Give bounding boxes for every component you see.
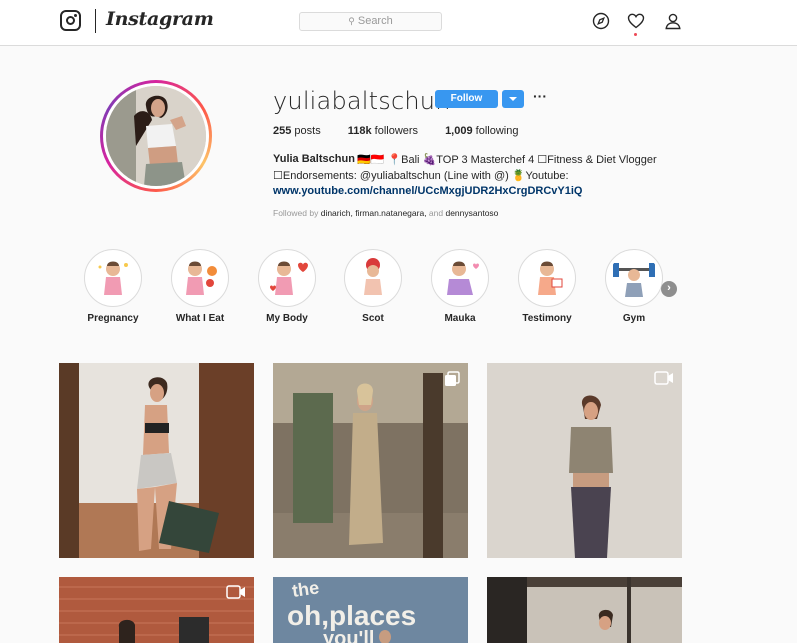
search-input[interactable]: ⚲ Search [299,12,442,31]
instagram-wordmark[interactable]: Instagram [106,8,214,30]
followed-by-text: Followed by dinarich, firman.natanegara,… [273,208,499,218]
highlight-cover [348,253,398,303]
post-thumbnail[interactable] [59,577,254,643]
highlight-pregnancy[interactable]: Pregnancy [83,249,143,324]
post-thumbnail[interactable] [487,577,682,643]
search-icon: ⚲ [348,16,355,26]
search-placeholder: Search [357,15,393,27]
highlight-testimony[interactable]: Testimony [517,249,577,324]
highlight-cover [522,253,572,303]
video-icon [226,585,245,599]
profile-username: yuliabaltschun [273,87,451,115]
highlight-cover [175,253,225,303]
suggestions-dropdown-button[interactable] [502,90,524,108]
header-divider [95,9,96,33]
highlight-my-body[interactable]: My Body [257,249,317,324]
svg-text:you'll: you'll [323,628,374,643]
follow-button[interactable]: Follow [435,90,498,108]
post-image [487,363,682,558]
profile-stats: 255 posts 118k followers 1,009 following [273,125,545,137]
post-image [273,363,468,558]
profile-person-icon[interactable] [664,12,682,30]
post-thumbnail[interactable]: the oh,places you'll [273,577,468,643]
post-thumbnail[interactable] [487,363,682,558]
avatar-photo [106,86,206,186]
svg-text:the: the [291,577,321,601]
post-image [59,577,254,643]
highlight-mauka[interactable]: Mauka [430,249,490,324]
stat-following[interactable]: 1,009 following [445,125,518,137]
post-image [59,363,254,558]
profile-full-name: Yulia Baltschun [273,153,355,165]
highlight-cover [609,253,659,303]
profile-avatar[interactable] [100,80,212,192]
bio-line-2: ☐Endorsements: @yuliabaltschun (Line wit… [273,170,569,182]
highlight-cover [262,253,312,303]
top-nav: Instagram ⚲ Search [0,0,797,46]
explore-compass-icon[interactable] [592,12,610,30]
post-image [487,577,682,643]
highlight-cover [435,253,485,303]
stat-posts: 255 posts [273,125,321,137]
highlight-scot[interactable]: Scot [343,249,403,324]
bio-line-1: 🇩🇪🇮🇩 📍Bali 🍇TOP 3 Masterchef 4 ☐Fitness … [357,154,657,166]
highlight-cover [88,253,138,303]
post-image: the oh,places you'll [273,577,468,643]
notification-dot [634,33,637,36]
highlights-next-arrow-icon[interactable]: › [661,281,677,297]
post-thumbnail[interactable] [273,363,468,558]
post-thumbnail[interactable] [59,363,254,558]
svg-text:oh,places: oh,places [287,600,416,631]
activity-heart-icon[interactable] [627,12,645,30]
multi-photo-icon [445,371,460,386]
stat-followers[interactable]: 118k followers [348,125,418,137]
more-options-icon[interactable]: ··· [533,88,547,104]
bio-website-link[interactable]: www.youtube.com/channel/UCcMxgjUDR2HxCrg… [273,185,582,197]
highlight-gym[interactable]: Gym [604,249,664,324]
avatar-portrait [106,86,206,186]
video-icon [654,371,673,385]
highlight-what-i-eat[interactable]: What I Eat [170,249,230,324]
instagram-logo-icon[interactable] [60,10,81,31]
